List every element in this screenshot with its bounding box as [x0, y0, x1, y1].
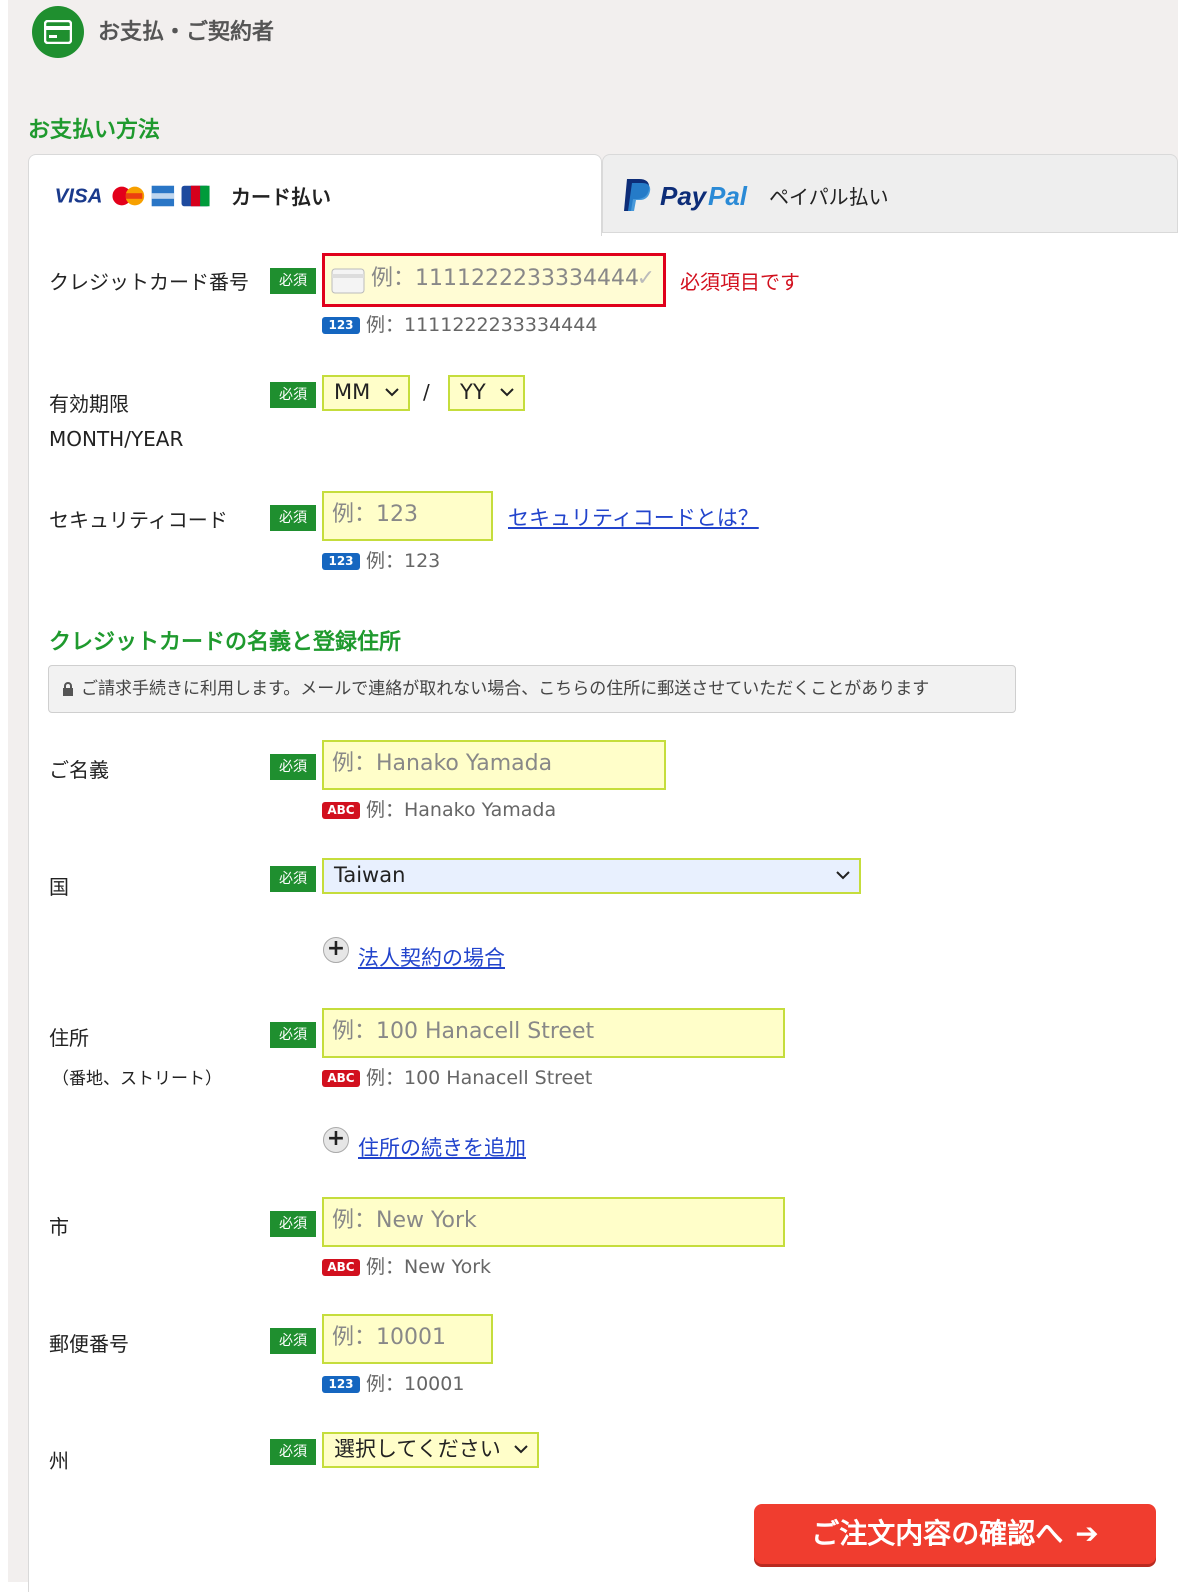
chevron-down-icon [500, 388, 514, 397]
card-number-placeholder: 例：1111222233334444 [371, 266, 639, 291]
address-input[interactable]: 例：100 Hanacell Street [322, 1008, 785, 1058]
page-title: お支払・ご契約者 [98, 20, 275, 45]
security-code-hint: 123 例：123 [322, 546, 440, 573]
chevron-down-icon [836, 871, 850, 880]
security-code-label: セキュリティコード [49, 508, 228, 532]
security-code-input[interactable]: 例：123 [322, 491, 493, 541]
required-badge: 必須 [270, 1328, 316, 1354]
svg-text:Pay: Pay [660, 181, 708, 211]
card-number-input[interactable]: 例：1111222233334444 ✓ [322, 253, 666, 307]
svg-text:VISA: VISA [55, 185, 103, 208]
required-badge: 必須 [270, 1439, 316, 1465]
checkmark-icon: ✓ [636, 266, 655, 291]
address-label: 住所 [49, 1026, 89, 1050]
cardholder-section-heading: クレジットカードの名義と登録住所 [49, 630, 402, 655]
security-code-help-link[interactable]: セキュリティコードとは？ [508, 502, 759, 532]
required-badge: 必須 [270, 1022, 316, 1048]
postal-code-hint: 123 例：10001 [322, 1369, 464, 1396]
lock-icon [63, 682, 73, 696]
postal-code-label: 郵便番号 [49, 1332, 129, 1356]
numeric-badge: 123 [322, 317, 360, 334]
required-badge: 必須 [270, 268, 316, 294]
required-badge: 必須 [270, 505, 316, 531]
state-label: 州 [49, 1449, 69, 1473]
credit-card-icon [32, 6, 84, 58]
corporate-contract-link[interactable]: 法人契約の場合 [358, 942, 505, 972]
expiry-sublabel: MONTH/YEAR [49, 427, 184, 451]
card-form-panel [28, 232, 1178, 1592]
expiry-month-value: MM [334, 380, 371, 404]
required-badge: 必須 [270, 866, 316, 892]
country-value: Taiwan [334, 863, 406, 887]
expiry-year-value: YY [460, 380, 486, 404]
address-sublabel: （番地、ストリート） [52, 1069, 222, 1089]
add-address-line-link[interactable]: 住所の続きを追加 [358, 1132, 526, 1162]
confirm-order-button[interactable]: ご注文内容の確認へ ➔ [754, 1504, 1156, 1564]
tab-paypal-payment[interactable]: Pay Pal ペイパル払い [602, 154, 1178, 234]
tab-paypal-label: ペイパル払い [769, 185, 889, 209]
name-hint: ABC 例：Hanako Yamada [322, 795, 556, 822]
numeric-badge: 123 [322, 553, 360, 570]
alpha-badge: ABC [322, 1070, 360, 1087]
required-badge: 必須 [270, 1211, 316, 1237]
expiry-label: 有効期限 [49, 392, 129, 416]
card-placeholder-icon [331, 268, 365, 294]
address-hint: ABC 例：100 Hanacell Street [322, 1063, 592, 1090]
card-brand-logos: VISA [55, 185, 210, 208]
state-value: 選択してください [334, 1437, 501, 1461]
tab-card-payment[interactable]: VISA カード払い [28, 154, 602, 236]
arrow-right-icon: ➔ [1075, 1517, 1099, 1550]
billing-notice: ご請求手続きに利用します。メールで連絡が取れない場合、こちらの住所に郵送させてい… [48, 665, 1016, 713]
city-hint: ABC 例：New York [322, 1252, 491, 1279]
plus-icon[interactable]: + [323, 1127, 349, 1153]
card-number-hint: 123 例：1111222233334444 [322, 310, 597, 337]
country-label: 国 [49, 875, 69, 899]
numeric-badge: 123 [322, 1376, 360, 1393]
payment-method-heading: お支払い方法 [28, 118, 161, 143]
alpha-badge: ABC [322, 1259, 360, 1276]
alpha-badge: ABC [322, 802, 360, 819]
svg-text:Pal: Pal [708, 181, 748, 211]
required-badge: 必須 [270, 382, 316, 408]
confirm-order-label: ご注文内容の確認へ [811, 1517, 1064, 1550]
postal-code-input[interactable]: 例：10001 [322, 1314, 493, 1364]
paypal-logo: Pay Pal [624, 179, 748, 211]
required-badge: 必須 [270, 754, 316, 780]
card-number-label: クレジットカード番号 [49, 270, 249, 294]
expiry-month-select[interactable]: MM [322, 375, 410, 411]
chevron-down-icon [514, 1445, 528, 1454]
city-label: 市 [49, 1215, 69, 1239]
expiry-year-select[interactable]: YY [448, 375, 525, 411]
expiry-separator: / [423, 380, 430, 404]
name-label: ご名義 [49, 758, 109, 782]
chevron-down-icon [385, 388, 399, 397]
name-input[interactable]: 例：Hanako Yamada [322, 740, 666, 790]
card-number-error: 必須項目です [680, 270, 800, 294]
city-input[interactable]: 例：New York [322, 1197, 785, 1247]
tab-card-label: カード払い [231, 185, 331, 209]
plus-icon[interactable]: + [323, 937, 349, 963]
country-select[interactable]: Taiwan [322, 858, 861, 894]
state-select[interactable]: 選択してください [322, 1432, 539, 1468]
